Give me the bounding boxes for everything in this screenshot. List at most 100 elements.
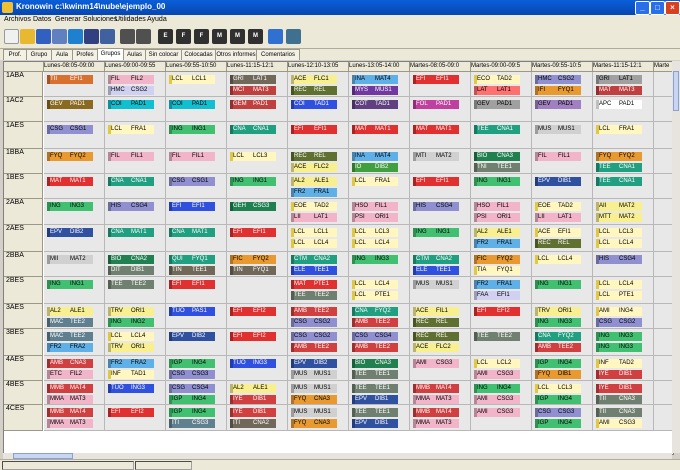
session-chip[interactable]: MMA MAT3 [413,419,459,428]
timetable-cell[interactable] [654,252,673,277]
session-chip[interactable]: AII MAT2 [596,202,642,211]
session-chip[interactable]: LCL FRA1 [596,125,642,134]
session-chip[interactable]: MTT MAT2 [596,213,642,222]
session-chip[interactable]: AMB TEE2 [535,343,581,352]
table-icon[interactable] [136,29,151,44]
session-chip[interactable]: IYE DIB1 [230,408,276,417]
tab-grupos[interactable]: Grupos [97,48,124,60]
session-chip[interactable]: AMB CNA3 [47,359,93,368]
session-chip[interactable]: AL2 ALE1 [47,307,93,316]
session-chip[interactable]: EFI EFI1 [169,202,215,211]
session-chip[interactable]: COT TAD1 [352,100,398,109]
session-chip[interactable]: EFI EFI1 [230,228,276,237]
session-chip[interactable]: ELE TEE1 [291,266,337,275]
session-chip[interactable]: COI PAD1 [169,100,215,109]
session-chip[interactable]: MUS MUS1 [291,370,337,379]
tab-prof[interactable]: Prof. [3,49,27,60]
tab-aulas[interactable]: Aulas [123,49,146,60]
session-chip[interactable]: LCL LCL4 [596,239,642,248]
new-doc-icon[interactable] [4,29,19,44]
session-chip[interactable]: MUS MUS1 [291,384,337,393]
session-chip[interactable]: TRV ORI1 [535,307,581,316]
database-icon[interactable] [68,29,83,44]
session-chip[interactable]: AMB TEE2 [291,343,337,352]
session-chip[interactable]: ACE FLC2 [413,343,459,352]
close-button[interactable]: × [665,1,680,15]
session-chip[interactable]: TRV ORI1 [108,307,154,316]
session-chip[interactable]: MUS MUS1 [291,408,337,417]
letter-m2-icon[interactable]: M [230,29,245,44]
session-chip[interactable]: CTM CNA2 [413,255,459,264]
session-chip[interactable]: CSG CSG3 [535,408,581,417]
session-chip[interactable]: FR2 FRA1 [474,280,520,289]
session-chip[interactable]: EFI EFI1 [291,125,337,134]
session-chip[interactable]: EPV DIB2 [291,359,337,368]
session-chip[interactable]: EPV DIB2 [169,332,215,341]
session-chip[interactable]: AL2 ALE1 [474,228,520,237]
session-chip[interactable]: PSI ORI1 [352,213,398,222]
session-chip[interactable]: CNA FYQ2 [535,332,581,341]
session-chip[interactable]: MAT MAT1 [47,177,93,186]
session-chip[interactable]: CNA CNA1 [230,125,276,134]
session-chip[interactable]: MMB MAT4 [413,384,459,393]
letter-f-icon[interactable]: F [176,29,191,44]
session-chip[interactable]: CSG CSG1 [169,177,215,186]
session-chip[interactable]: AMI CSG3 [474,395,520,404]
session-chip[interactable]: ING ING4 [474,384,520,393]
session-chip[interactable]: CNA MAT1 [108,228,154,237]
menu-ayuda[interactable]: Ayuda [147,16,167,23]
session-chip[interactable]: IYE DIB1 [230,395,276,404]
session-chip[interactable]: GEV PAD1 [535,100,581,109]
session-chip[interactable]: LCL LCL3 [596,228,642,237]
timetable-cell[interactable] [654,122,673,149]
session-chip[interactable]: FYQ CNA3 [291,395,337,404]
session-chip[interactable]: FIL FIL1 [108,152,154,161]
session-chip[interactable]: EOE TAD2 [535,202,581,211]
session-chip[interactable]: TUO ING3 [230,359,276,368]
open-folder-icon[interactable] [20,29,35,44]
session-chip[interactable]: MUS MUS1 [413,280,459,289]
session-chip[interactable]: GRI LAT1 [596,75,642,84]
session-chip[interactable]: IGP ING4 [535,395,581,404]
session-chip[interactable]: LCL LCL3 [535,384,581,393]
timetable-cell[interactable] [654,225,673,252]
session-chip[interactable]: TEE TEE2 [291,291,337,300]
session-chip[interactable]: CSG CSG2 [291,332,337,341]
session-chip[interactable]: EFI EFI1 [169,280,215,289]
menu-generar[interactable]: Generar [55,16,81,23]
session-chip[interactable]: EPV DIB1 [352,395,398,404]
session-chip[interactable]: TEE TEE2 [474,332,520,341]
session-chip[interactable]: MAC TEE2 [47,332,93,341]
session-chip[interactable]: IGP ING4 [169,359,215,368]
session-chip[interactable]: MMA MAT3 [413,395,459,404]
tab-profes[interactable]: Profes [72,49,98,60]
session-chip[interactable]: ING ING1 [535,280,581,289]
session-chip[interactable]: INF TAD1 [108,370,154,379]
session-chip[interactable]: QUI FYQ1 [169,255,215,264]
session-chip[interactable]: AMI CSG3 [474,408,520,417]
session-chip[interactable]: HIS CSG4 [596,255,642,264]
timetable-cell[interactable] [654,277,673,304]
save-icon[interactable] [36,29,51,44]
session-chip[interactable]: CSG CSG1 [47,125,93,134]
session-chip[interactable]: TEE TEE1 [352,408,398,417]
session-chip[interactable]: HMC CSG2 [108,86,154,95]
session-chip[interactable]: TII EFI1 [47,75,93,84]
timetable-cell[interactable] [654,199,673,225]
session-chip[interactable]: COI PAD1 [108,100,154,109]
session-chip[interactable]: APC PAD1 [596,100,642,109]
session-chip[interactable]: EFI EFI2 [230,332,276,341]
session-chip[interactable]: COI TAD1 [291,100,337,109]
session-chip[interactable]: TUO PAS1 [169,307,215,316]
session-chip[interactable]: EOE TAD2 [291,202,337,211]
session-chip[interactable]: FIC FYQ2 [230,255,276,264]
session-chip[interactable]: FYQ FYQ2 [596,152,642,161]
session-chip[interactable]: TII CNA3 [596,408,642,417]
menu-utilidades[interactable]: Utilidades [115,16,146,23]
session-chip[interactable]: ACE EFI1 [535,228,581,237]
session-chip[interactable]: REC REL [413,318,459,327]
session-chip[interactable]: TEE TEE1 [352,370,398,379]
session-chip[interactable]: TUO ING3 [108,384,154,393]
session-chip[interactable]: TIN FYQ1 [230,266,276,275]
session-chip[interactable]: LCL LCL4 [535,255,581,264]
